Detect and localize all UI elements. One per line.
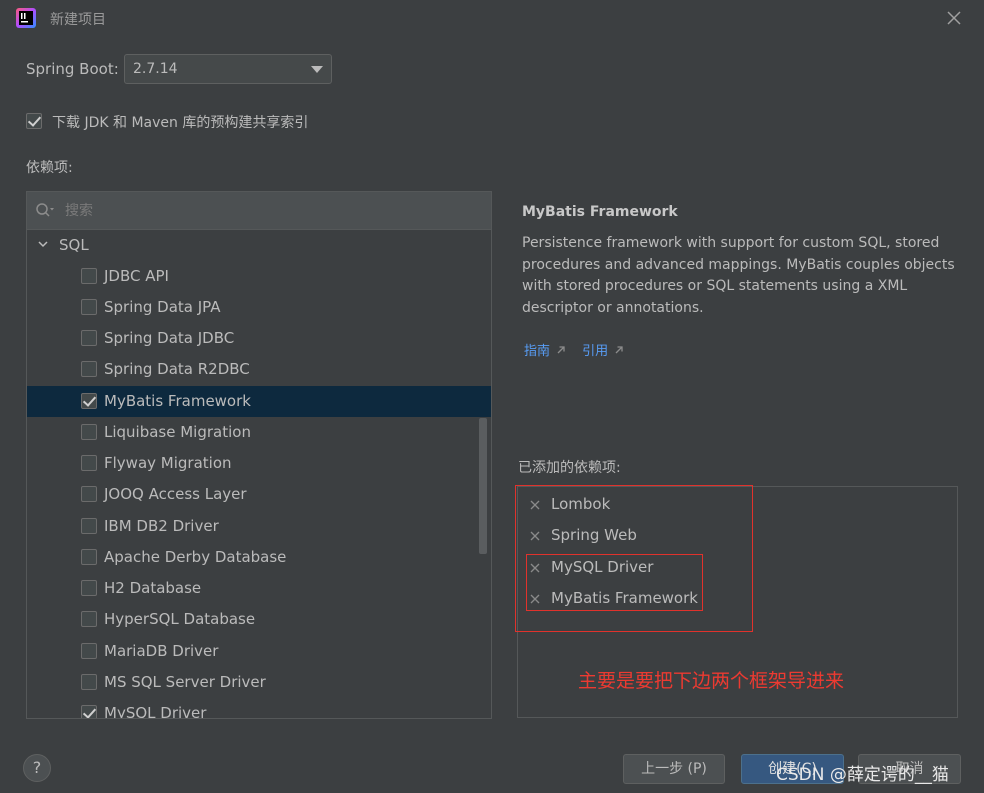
dependency-detail-description: Persistence framework with support for c… bbox=[522, 235, 955, 316]
dependency-detail-title: MyBatis Framework bbox=[522, 204, 678, 220]
dependency-checkbox[interactable] bbox=[81, 674, 97, 690]
dependency-checkbox[interactable] bbox=[81, 361, 97, 377]
dependency-label: MariaDB Driver bbox=[104, 642, 219, 660]
dependency-checkbox[interactable] bbox=[81, 518, 97, 534]
dependency-item-selected[interactable]: MyBatis Framework bbox=[27, 386, 491, 417]
dependency-label: Liquibase Migration bbox=[104, 423, 251, 441]
dependency-tree-panel: SQL JDBC API Spring Data JPA Spring Data… bbox=[26, 191, 492, 719]
search-icon[interactable] bbox=[35, 202, 55, 220]
chevron-down-icon bbox=[311, 66, 323, 73]
dependency-checkbox[interactable] bbox=[81, 549, 97, 565]
dependency-label: JOOQ Access Layer bbox=[104, 485, 247, 503]
spring-boot-version-select[interactable]: 2.7.14 bbox=[124, 54, 332, 84]
dependency-checkbox[interactable] bbox=[81, 330, 97, 346]
guide-link-label: 指南 bbox=[524, 344, 551, 359]
reference-link-label: 引用 bbox=[582, 344, 609, 359]
dependency-checkbox[interactable] bbox=[81, 705, 97, 718]
dependency-item[interactable]: JDBC API bbox=[27, 261, 491, 292]
scrollbar-thumb[interactable] bbox=[479, 418, 487, 554]
dependency-checkbox[interactable] bbox=[81, 424, 97, 440]
spring-boot-version-value: 2.7.14 bbox=[133, 61, 178, 77]
guide-link[interactable]: 指南 bbox=[524, 340, 566, 359]
title-bar: 新建项目 bbox=[0, 0, 984, 36]
dependency-item[interactable]: Spring Data R2DBC bbox=[27, 354, 491, 385]
dependency-checkbox[interactable] bbox=[81, 268, 97, 284]
dependency-checkbox[interactable] bbox=[81, 611, 97, 627]
annotation-text: 主要是要把下边两个框架导进来 bbox=[578, 670, 845, 692]
previous-button[interactable]: 上一步 (P) bbox=[623, 754, 725, 784]
dependency-item[interactable]: MySQL Driver bbox=[27, 698, 491, 719]
help-button[interactable]: ? bbox=[23, 754, 51, 782]
annotation-box-inner bbox=[526, 554, 703, 611]
dependency-checkbox[interactable] bbox=[81, 580, 97, 596]
search-input[interactable] bbox=[63, 200, 467, 222]
dependency-item[interactable]: Spring Data JDBC bbox=[27, 323, 491, 354]
external-link-icon bbox=[615, 345, 623, 353]
intellij-logo-icon bbox=[16, 8, 36, 28]
window-title: 新建项目 bbox=[50, 12, 106, 28]
dependency-label: Apache Derby Database bbox=[104, 548, 287, 566]
dependency-item[interactable]: HyperSQL Database bbox=[27, 604, 491, 635]
dependency-label: IBM DB2 Driver bbox=[104, 517, 219, 535]
dependency-item[interactable]: Flyway Migration bbox=[27, 448, 491, 479]
download-indexes-checkbox[interactable] bbox=[26, 113, 42, 129]
dependency-item[interactable]: H2 Database bbox=[27, 573, 491, 604]
dependency-label: MyBatis Framework bbox=[104, 392, 251, 410]
dependency-checkbox[interactable] bbox=[81, 455, 97, 471]
dependency-label: JDBC API bbox=[104, 267, 169, 285]
dependency-checkbox[interactable] bbox=[81, 643, 97, 659]
dependency-item[interactable]: MS SQL Server Driver bbox=[27, 667, 491, 698]
dependency-label: H2 Database bbox=[104, 579, 202, 597]
dependency-item[interactable]: JOOQ Access Layer bbox=[27, 479, 491, 510]
download-indexes-label[interactable]: 下载 JDK 和 Maven 库的预构建共享索引 bbox=[52, 112, 308, 132]
dependency-checkbox[interactable] bbox=[81, 299, 97, 315]
dependency-label: MySQL Driver bbox=[104, 704, 207, 719]
dependency-label: HyperSQL Database bbox=[104, 610, 256, 628]
external-link-icon bbox=[557, 345, 565, 353]
detail-links: 指南 引用 bbox=[524, 340, 636, 359]
reference-link[interactable]: 引用 bbox=[582, 340, 624, 359]
dependency-checkbox[interactable] bbox=[81, 486, 97, 502]
search-bar bbox=[27, 192, 491, 230]
spring-boot-label: Spring Boot: bbox=[26, 60, 119, 78]
dependency-label: Spring Data R2DBC bbox=[104, 360, 250, 378]
dependency-item[interactable]: Spring Data JPA bbox=[27, 292, 491, 323]
dependency-label: MS SQL Server Driver bbox=[104, 673, 266, 691]
dependency-label: Spring Data JPA bbox=[104, 298, 221, 316]
close-icon[interactable] bbox=[944, 8, 964, 28]
dependency-item[interactable]: IBM DB2 Driver bbox=[27, 511, 491, 542]
chevron-down-icon[interactable] bbox=[37, 238, 49, 250]
tree-group-sql[interactable]: SQL bbox=[27, 230, 491, 261]
watermark: CSDN @薛定谔的__猫 bbox=[776, 765, 949, 785]
dependencies-label: 依赖项: bbox=[26, 160, 73, 176]
dependency-label: Spring Data JDBC bbox=[104, 329, 235, 347]
dependency-item[interactable]: Apache Derby Database bbox=[27, 542, 491, 573]
new-project-dialog: 新建项目 Spring Boot: 2.7.14 下载 JDK 和 Maven … bbox=[0, 0, 984, 793]
dependency-label: Flyway Migration bbox=[104, 454, 232, 472]
tree-group-label: SQL bbox=[59, 236, 89, 254]
dependency-item[interactable]: MariaDB Driver bbox=[27, 636, 491, 667]
added-dependencies-label: 已添加的依赖项: bbox=[518, 460, 621, 476]
dependency-checkbox[interactable] bbox=[81, 393, 97, 409]
dependency-item[interactable]: Liquibase Migration bbox=[27, 417, 491, 448]
